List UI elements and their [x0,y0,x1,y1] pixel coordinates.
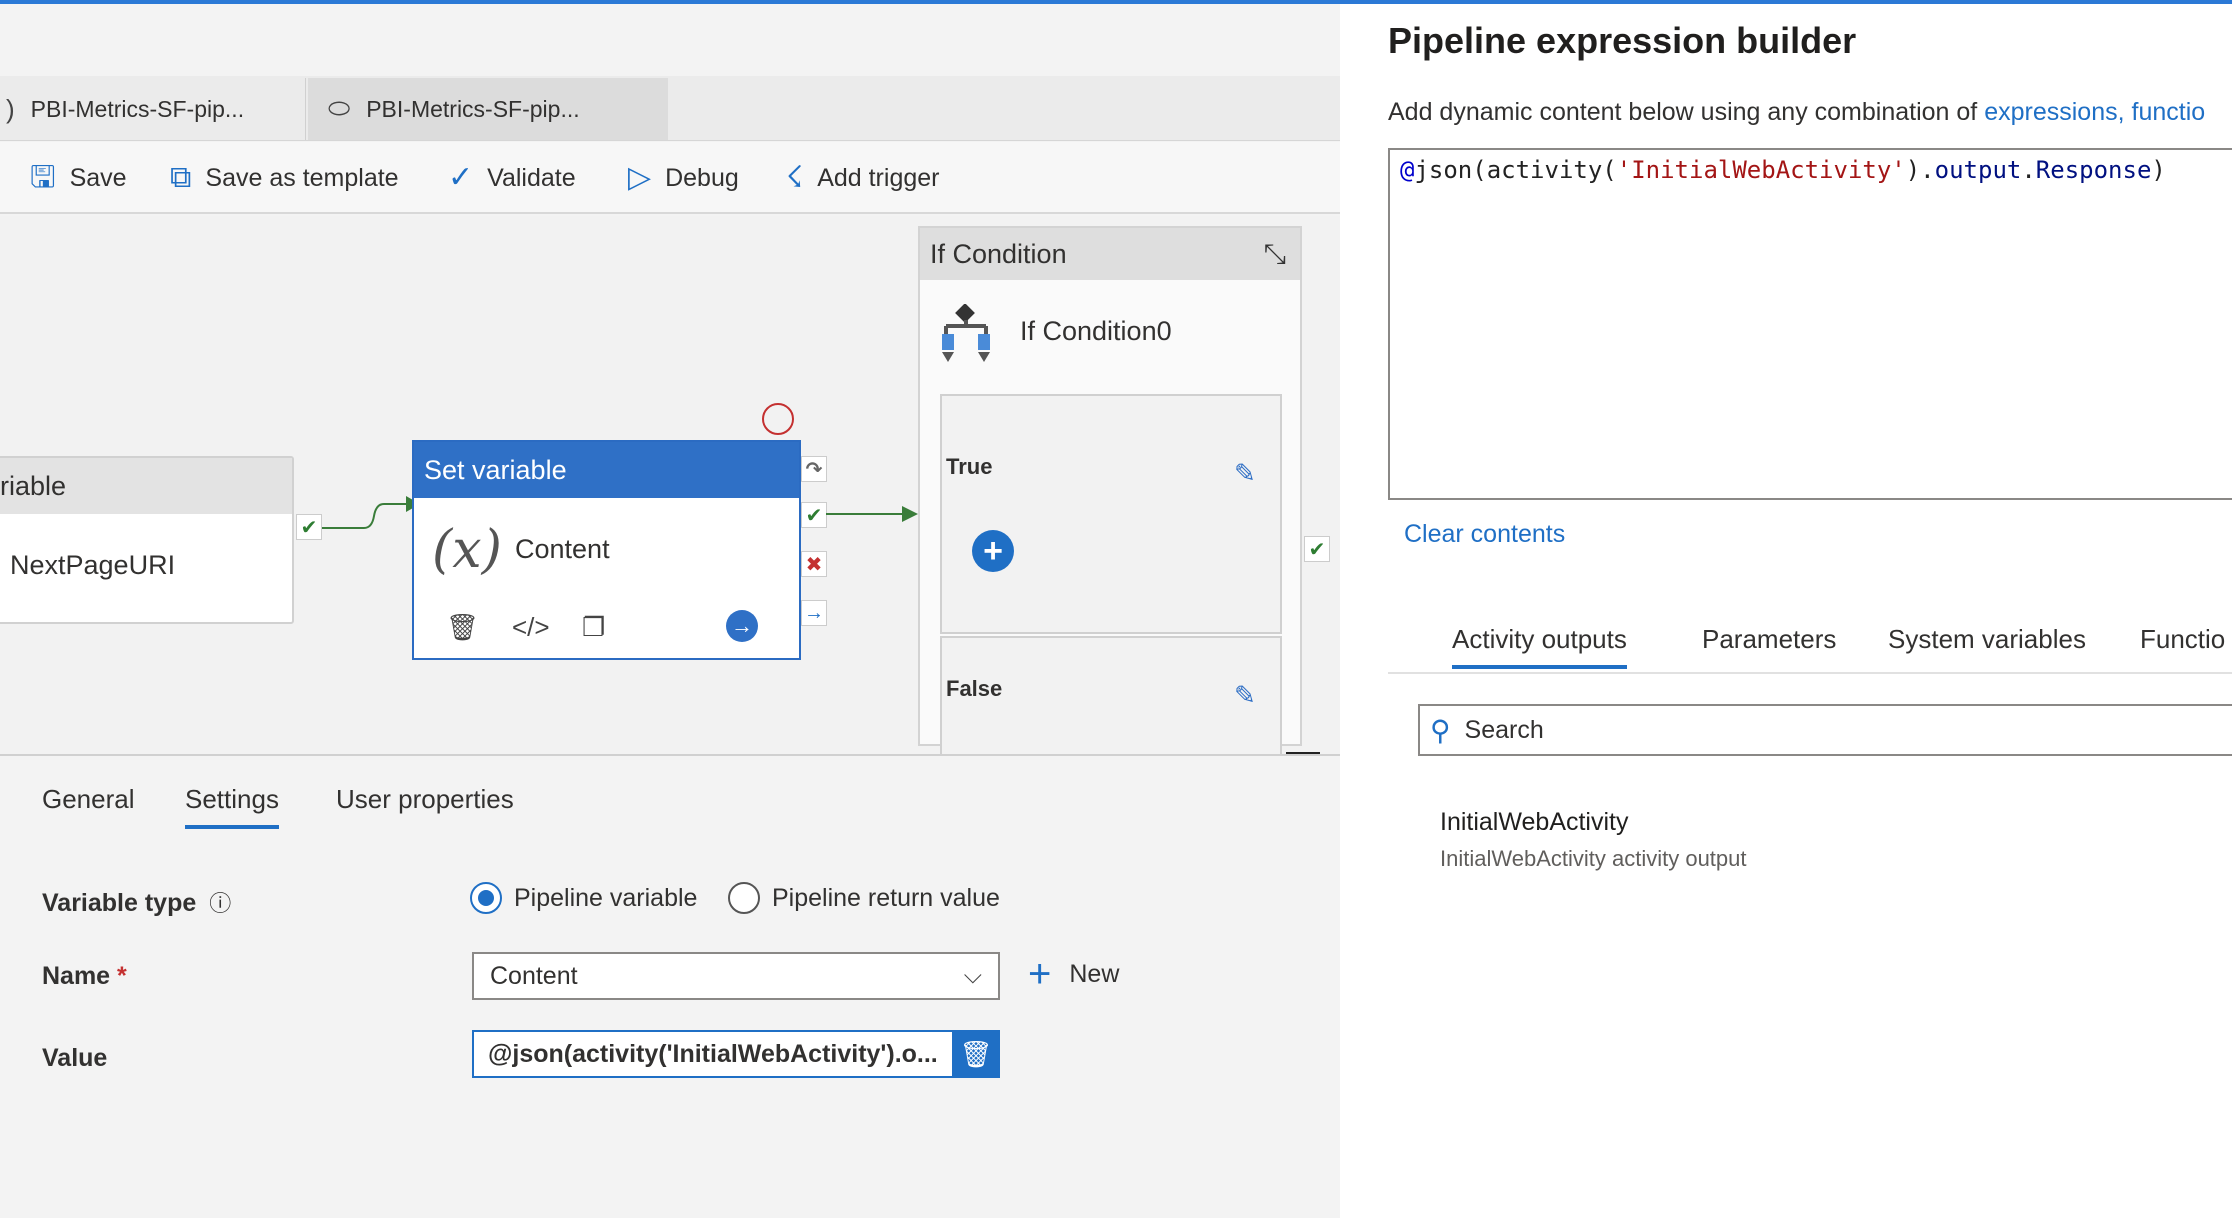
tab-pipeline-1[interactable]: ) PBI-Metrics-SF-pip... [0,78,306,140]
search-input[interactable]: ⚲ Search [1418,704,2232,756]
activity-output-description: InitialWebActivity activity output [1440,846,1747,871]
tab-activity-outputs[interactable]: Activity outputs [1452,624,1627,669]
radio-unselected[interactable] [728,882,760,914]
edit-icon[interactable]: ✎ [1234,458,1256,489]
collapse-icon[interactable]: ⤡ [1264,238,1286,271]
play-icon: ▷ [628,161,652,194]
false-label: False [946,676,1003,701]
true-label: True [946,454,993,479]
activity-name: NextPageURI [10,550,176,580]
lightning-icon: ☇ [786,161,804,194]
false-branch[interactable]: False ✎ [940,636,1282,756]
connector-arrow [826,506,918,522]
template-icon: ⧉ [170,161,192,194]
delete-icon[interactable]: 🗑 [446,612,479,643]
if-condition-activity[interactable]: If Condition ⤡ If Condition0 True ✎ + Fa… [918,226,1302,756]
save-icon: 🖫 [30,161,56,194]
panel-title: Pipeline expression builder [1388,20,1857,61]
tab-settings[interactable]: Settings [185,784,279,829]
copy-icon[interactable]: ❐ [582,612,605,643]
tabs-divider [1388,672,2232,674]
radio-selected[interactable] [470,882,502,914]
tab-user-properties[interactable]: User properties [336,784,514,815]
expressions-link[interactable]: expressions, functio [1984,98,2205,126]
true-branch[interactable]: True ✎ + [940,394,1282,634]
activity-output-item[interactable]: InitialWebActivity [1440,808,1629,837]
tab-functions[interactable]: Functio [2140,624,2225,655]
add-activity-icon[interactable]: + [972,530,1014,572]
expression-editor[interactable]: @json(activity('InitialWebActivity').out… [1388,148,2232,500]
edit-icon[interactable]: ✎ [1234,680,1256,711]
search-icon: ⚲ [1430,714,1451,746]
activity-name: If Condition0 [1020,316,1172,346]
save-button[interactable]: 🖫 Save [30,158,127,198]
pipeline-icon: ⬭ [328,93,351,123]
connector-arrow [322,496,420,529]
delete-icon[interactable]: 🗑 [952,1032,1000,1076]
debug-button[interactable]: ▷ Debug [628,158,739,198]
plus-icon: + [1028,952,1052,996]
tab-pipeline-2[interactable]: ⬭ PBI-Metrics-SF-pip... [308,78,668,140]
variable-type-label: Variable type ⓘ [42,889,232,917]
tab-system-variables[interactable]: System variables [1888,624,2086,655]
failure-port-icon[interactable]: ✖ [801,551,827,577]
error-indicator-icon [762,403,794,435]
validate-button[interactable]: ✓ Validate [448,158,576,198]
activity-header: Set variable [414,442,799,498]
pipeline-icon: ) [6,93,15,124]
radio-pipeline-variable[interactable]: Pipeline variable [470,882,697,914]
value-label: Value [42,1044,108,1072]
add-trigger-button[interactable]: ☇ Add trigger [786,158,939,198]
radio-pipeline-return-value[interactable]: Pipeline return value [728,882,1000,914]
completion-port-icon[interactable]: → [801,600,827,626]
activity-prev[interactable]: riable NextPageURI [0,456,294,624]
top-accent-bar [0,0,2232,4]
activity-header: If Condition [930,238,1067,269]
activity-header: riable [0,458,292,514]
info-icon[interactable]: ⓘ [209,891,231,916]
chevron-down-icon: ⌵ [963,962,982,989]
tab-parameters[interactable]: Parameters [1702,624,1836,655]
save-as-template-button[interactable]: ⧉ Save as template [170,158,399,198]
panel-description: Add dynamic content below using any comb… [1388,98,2206,126]
if-condition-icon [936,303,996,364]
checkmark-icon: ✓ [448,161,474,194]
activity-name: Content [515,534,610,564]
variable-icon: (x) [432,520,502,580]
success-port-icon[interactable]: ✔ [296,514,322,540]
arrow-right-icon[interactable]: → [726,610,758,642]
set-variable-activity[interactable]: Set variable (x) Content 🗑 </> ❐ → [412,440,801,660]
clear-contents-link[interactable]: Clear contents [1404,520,1565,549]
value-input[interactable]: @json(activity('InitialWebActivity').o..… [472,1030,1000,1078]
skip-port-icon[interactable]: ↷ [801,456,827,482]
name-dropdown[interactable]: Content ⌵ [472,952,1000,1000]
required-marker: * [117,962,127,990]
code-icon[interactable]: </> [512,612,550,643]
tab-general[interactable]: General [42,784,135,815]
success-port-icon[interactable]: ✔ [1304,536,1330,562]
name-label: Name * [42,962,127,990]
success-port-icon[interactable]: ✔ [801,502,827,528]
new-variable-button[interactable]: + New [1028,954,1119,994]
